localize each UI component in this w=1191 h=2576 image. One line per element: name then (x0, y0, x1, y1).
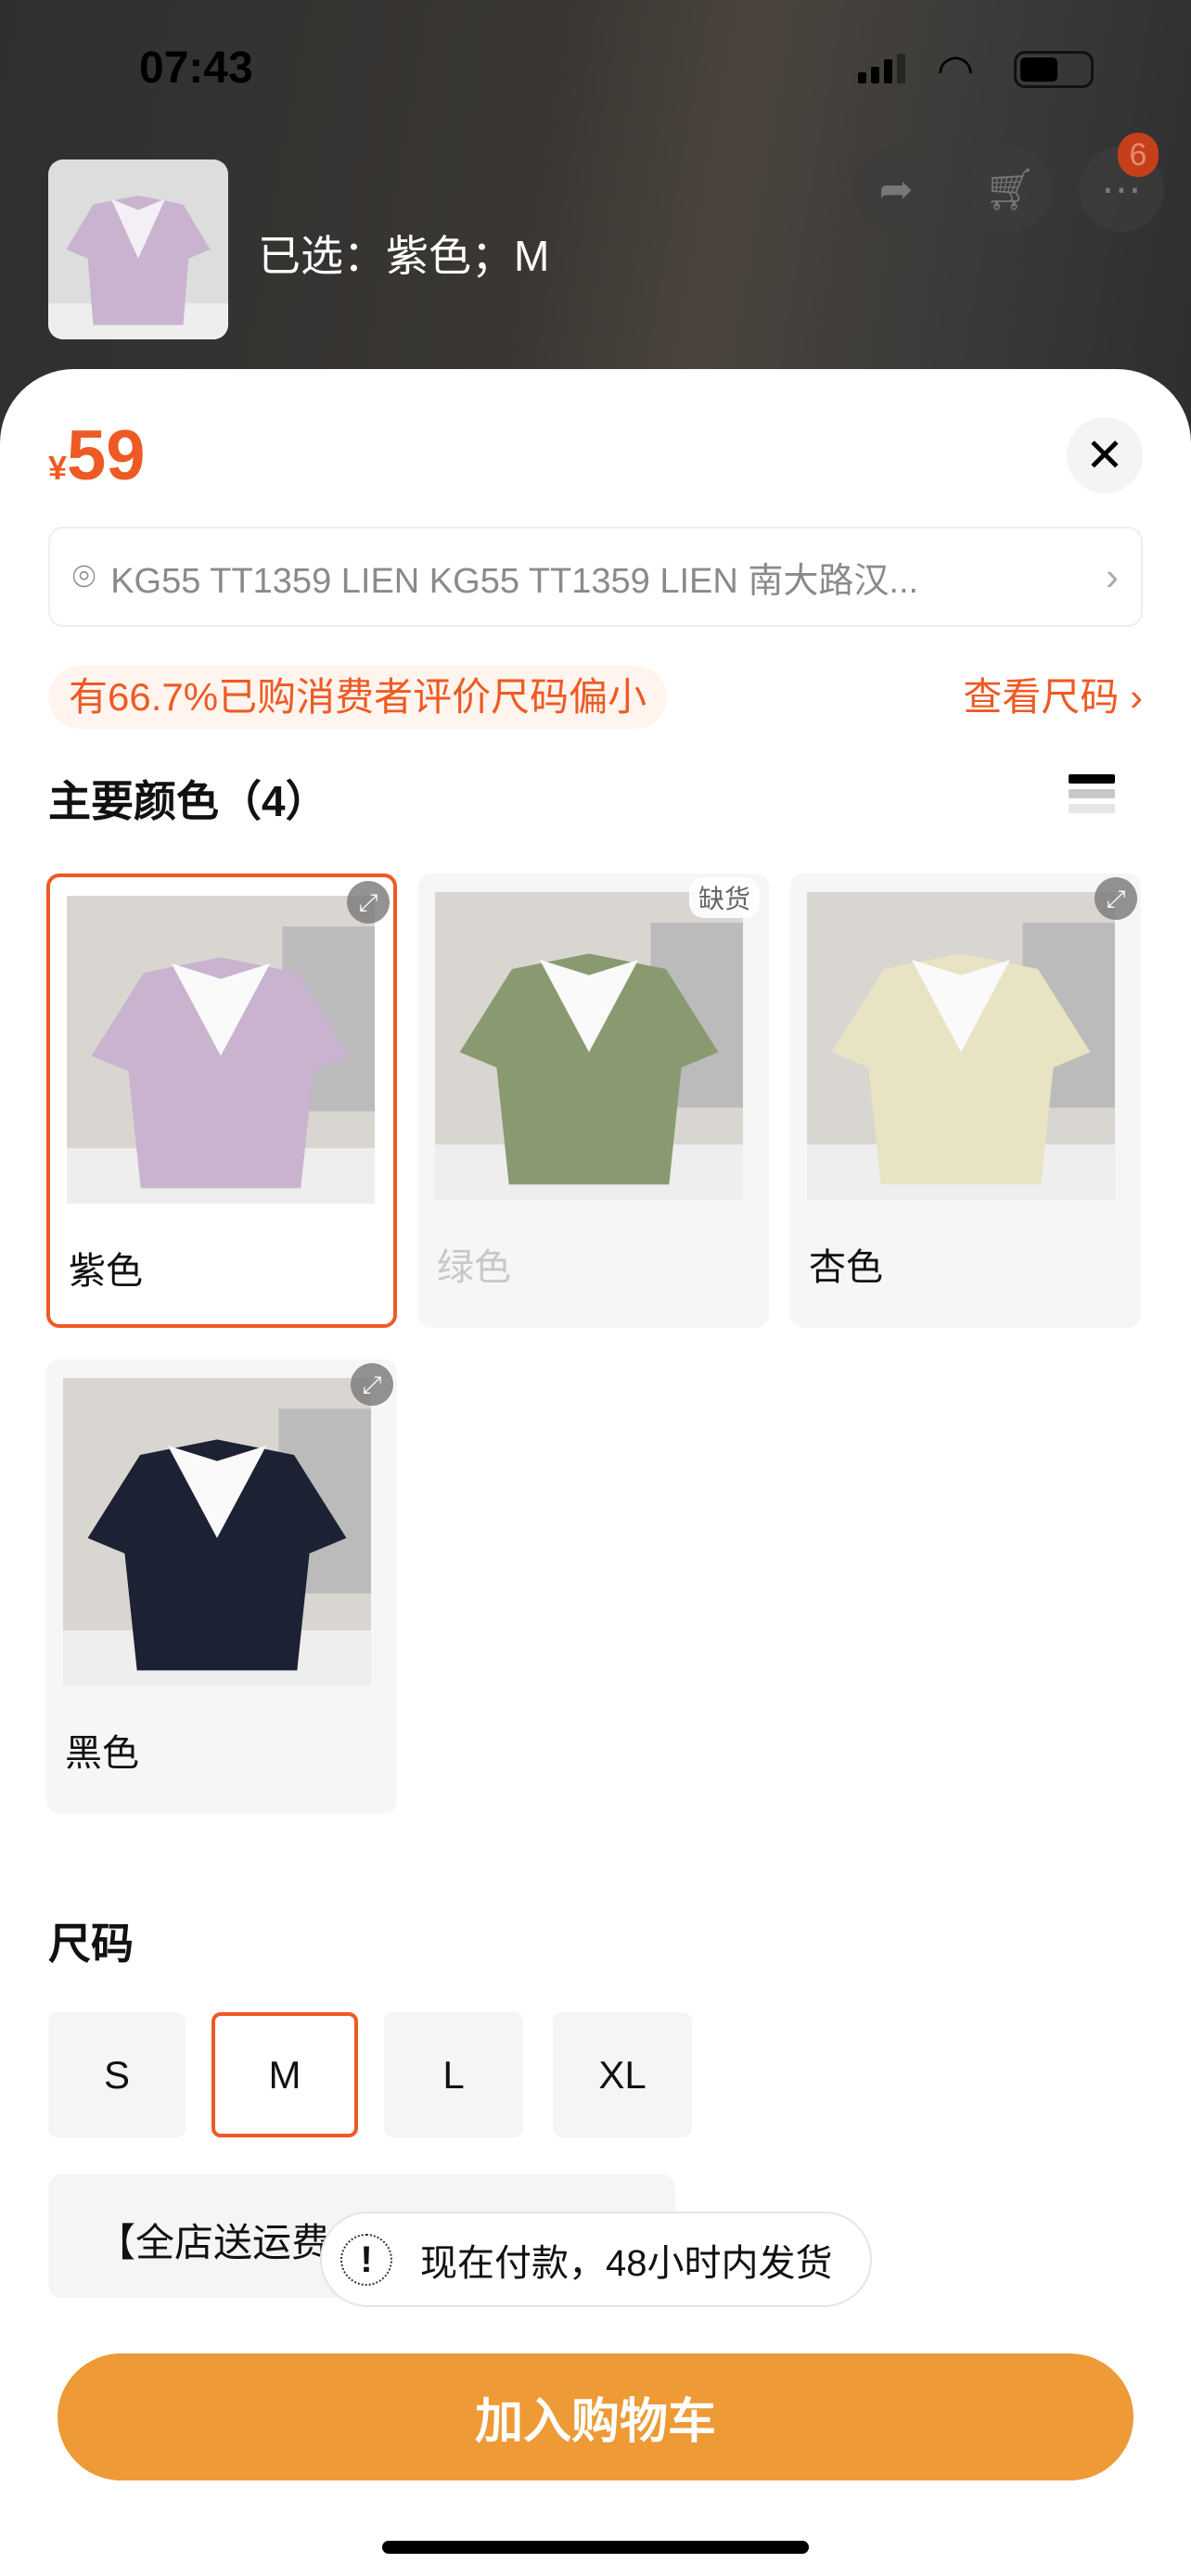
wifi-icon: ◠ (937, 45, 975, 94)
size-chart-label: 查看尺码 (963, 675, 1120, 719)
expand-image-icon[interactable]: ⤢ (351, 1363, 393, 1406)
address-selector[interactable]: ⌾ KG55 TT1359 LIEN KG55 TT1359 LIEN 南大路汉… (48, 527, 1143, 627)
cart-icon: 🛒︎ (984, 167, 1036, 212)
toast-text: 现在付款，48小时内发货 (420, 2242, 833, 2284)
info-icon: ! (340, 2233, 392, 2286)
color-option-card[interactable]: 紫色 ⤢ (46, 874, 397, 1328)
expand-image-icon[interactable]: ⤢ (1095, 877, 1137, 920)
size-option-s[interactable]: S (48, 2012, 186, 2137)
chevron-right-icon: › (1106, 555, 1119, 598)
address-text: KG55 TT1359 LIEN KG55 TT1359 LIEN 南大路汉..… (110, 561, 919, 601)
color-option-image (435, 892, 743, 1200)
color-option-label: 黑色 (65, 1733, 139, 1774)
color-option-label: 杏色 (809, 1247, 883, 1288)
price: ¥59 (48, 415, 146, 496)
cart-button[interactable]: 🛒︎ (967, 147, 1053, 232)
color-section-title: 主要颜色（4） (48, 777, 328, 825)
cart-badge: 6 (1118, 133, 1159, 177)
add-to-cart-button[interactable]: 加入购物车 (58, 2353, 1133, 2480)
color-option-image (807, 892, 1115, 1200)
color-option-card[interactable]: 杏色 ⤢ (790, 874, 1141, 1328)
selected-spec-text: 已选：紫色；M (258, 232, 550, 280)
out-of-stock-badge: 缺货 (688, 877, 760, 918)
color-option-label: 紫色 (69, 1251, 143, 1292)
location-pin-icon: ⌾ (72, 554, 96, 598)
list-view-toggle-icon[interactable] (1069, 774, 1115, 819)
price-value: 59 (67, 416, 146, 495)
chevron-right-icon: › (1119, 675, 1143, 719)
size-section-title: 尺码 (48, 1919, 134, 1968)
close-button[interactable]: ✕ (1067, 417, 1143, 493)
color-option-image (67, 896, 375, 1204)
color-option-card[interactable]: 黑色 ⤢ (46, 1359, 397, 1814)
signal-icon (858, 54, 905, 83)
expand-image-icon[interactable]: ⤢ (347, 881, 390, 924)
selected-thumbnail (48, 159, 228, 339)
color-option-card[interactable]: 绿色 缺货 (418, 874, 769, 1328)
size-option-m[interactable]: M (211, 2012, 358, 2137)
close-icon: ✕ (1085, 429, 1124, 481)
battery-icon (1014, 51, 1094, 88)
share-button[interactable]: ➦ (853, 147, 939, 232)
size-option-xl[interactable]: XL (553, 2012, 692, 2137)
share-icon: ➦ (878, 166, 914, 212)
status-time: 07:43 (139, 44, 253, 93)
home-indicator (382, 2541, 809, 2554)
shipping-toast: ! 现在付款，48小时内发货 (320, 2212, 872, 2307)
size-option-l[interactable]: L (384, 2012, 523, 2137)
color-option-image (63, 1378, 371, 1686)
view-size-chart-link[interactable]: 查看尺码 › (963, 670, 1143, 725)
color-option-label: 绿色 (437, 1247, 511, 1288)
currency: ¥ (48, 449, 68, 487)
size-feedback-hint: 有66.7%已购消费者评价尺码偏小 (48, 666, 668, 729)
